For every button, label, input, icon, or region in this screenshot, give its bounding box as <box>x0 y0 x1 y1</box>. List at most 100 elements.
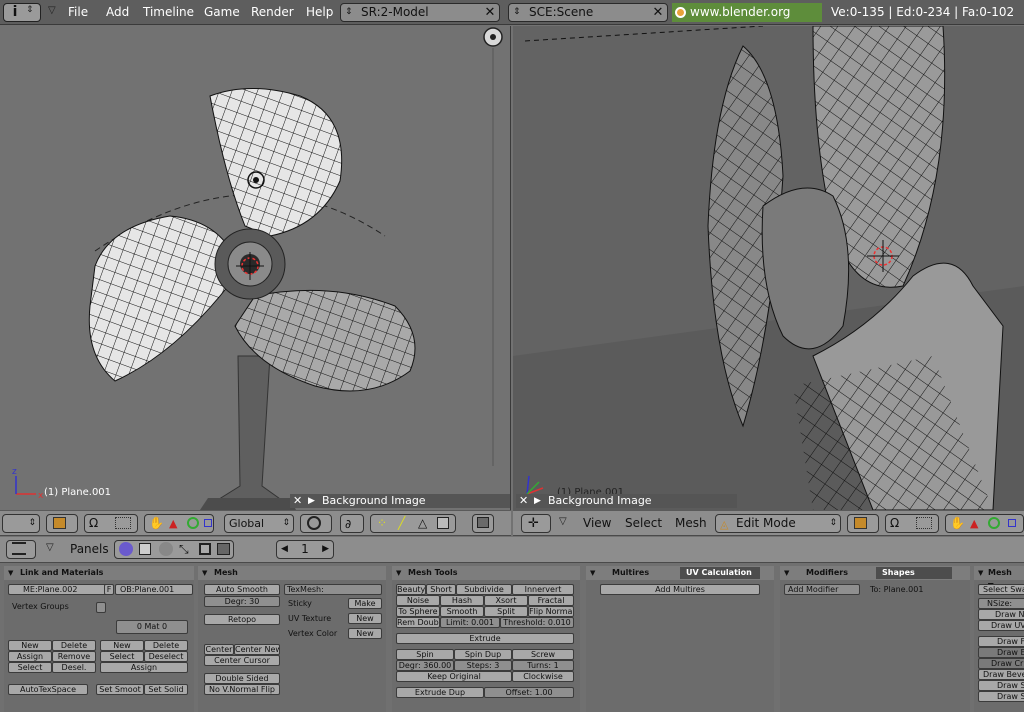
vgroup-remove-button[interactable]: Remove <box>52 651 96 662</box>
tab-modifiers[interactable]: Modifiers <box>798 567 874 579</box>
background-image-bar[interactable]: ✕ ▶ Background Image <box>290 494 510 508</box>
mode-dropdown[interactable]: ⇕ <box>2 514 40 533</box>
menu-mesh[interactable]: Mesh <box>675 516 707 530</box>
vertex-color-new-button[interactable]: New <box>348 628 382 639</box>
editor-type-button[interactable] <box>6 540 36 559</box>
right-3d-viewport[interactable]: (1) Plane.001 ✕ ▶ Background Image <box>513 26 1024 510</box>
menu-select[interactable]: Select <box>625 516 662 530</box>
spin-button[interactable]: Spin <box>396 649 454 660</box>
render-preview-button[interactable] <box>472 514 494 533</box>
material-deselect-button[interactable]: Deselect <box>144 651 188 662</box>
close-icon[interactable]: ✕ <box>651 5 665 20</box>
view-options-group[interactable]: Ω <box>885 514 939 533</box>
material-select-button[interactable]: Select <box>100 651 144 662</box>
vgroup-new-button[interactable]: New <box>8 640 52 651</box>
rem-doubles-button[interactable]: Rem Doubl <box>396 617 440 628</box>
steps-field[interactable]: Steps: 3 <box>454 660 512 671</box>
split-button[interactable]: Split <box>484 606 528 617</box>
context-tabs[interactable]: ⤡ <box>114 540 234 559</box>
center-button[interactable]: Center <box>204 644 234 655</box>
panel-title[interactable]: ▼ Link and Materials <box>4 566 194 580</box>
extrude-button[interactable]: Extrude <box>396 633 574 644</box>
draw-seams-toggle[interactable]: Draw S <box>978 680 1024 691</box>
tab-uv-calculation[interactable]: UV Calculation <box>680 567 760 579</box>
hash-button[interactable]: Hash <box>440 595 484 606</box>
draw-normals-toggle[interactable]: Draw No <box>978 609 1024 620</box>
threshold-field[interactable]: Threshold: 0.010 <box>500 617 574 628</box>
website-link[interactable]: www.blender.org 249.2 <box>672 3 822 38</box>
set-solid-button[interactable]: Set Solid <box>144 684 188 695</box>
offset-field[interactable]: Offset: 1.00 <box>484 687 574 698</box>
object-name-field[interactable]: OB:Plane.001 <box>115 584 193 595</box>
fractal-button[interactable]: Fractal <box>528 595 574 606</box>
pivot-dropdown[interactable] <box>300 514 332 533</box>
collapse-arrow-icon[interactable]: ▼ <box>978 566 983 580</box>
double-sided-toggle[interactable]: Double Sided <box>204 673 280 684</box>
center-new-button[interactable]: Center New <box>234 644 280 655</box>
collapse-arrow-icon[interactable]: ▼ <box>396 566 401 580</box>
draw-faces-toggle[interactable]: Draw F <box>978 636 1024 647</box>
collapse-menu-icon[interactable]: ▽ <box>559 516 567 527</box>
draw-type-dropdown[interactable] <box>847 514 879 533</box>
background-image-bar[interactable]: ✕ ▶ Background Image <box>516 494 737 508</box>
collapse-arrow-icon[interactable]: ▼ <box>590 566 595 580</box>
object-icon[interactable]: ⤡ <box>179 541 189 558</box>
noise-button[interactable]: Noise <box>396 595 440 606</box>
manipulator-group[interactable]: ✋ ▲ <box>144 514 214 533</box>
menu-render[interactable]: Render <box>251 5 294 19</box>
smooth-button[interactable]: Smooth <box>440 606 484 617</box>
manipulator-group[interactable]: ✋ ▲ <box>945 514 1024 533</box>
spin-dup-button[interactable]: Spin Dup <box>454 649 512 660</box>
frame-field[interactable]: ◀ 1 ▶ <box>276 540 334 559</box>
material-index-field[interactable]: 0 Mat 0 <box>116 620 188 634</box>
expand-arrow-icon[interactable]: ▶ <box>534 494 541 508</box>
draw-bevel-toggle[interactable]: Draw Beve <box>978 669 1024 680</box>
autotexspace-button[interactable]: AutoTexSpace <box>8 684 88 695</box>
no-vnormal-flip-toggle[interactable]: No V.Normal Flip <box>204 684 280 695</box>
set-smooth-button[interactable]: Set Smoot <box>96 684 144 695</box>
mesh-name-field[interactable]: ME:Plane.002 <box>8 584 112 595</box>
close-icon[interactable]: ✕ <box>293 494 302 508</box>
chevron-left-icon[interactable]: ◀ <box>281 541 288 558</box>
flip-normal-button[interactable]: Flip Normal <box>528 606 574 617</box>
material-delete-button[interactable]: Delete <box>144 640 188 651</box>
vgroup-assign-button[interactable]: Assign <box>8 651 52 662</box>
orientation-dropdown[interactable]: Global ⇕ <box>224 514 294 533</box>
panel-title[interactable]: ▼ Mesh <box>198 566 386 580</box>
mode-dropdown[interactable]: ◬ Edit Mode ⇕ <box>715 514 841 533</box>
proportional-edit-button[interactable]: ∂ <box>340 514 364 533</box>
script-icon[interactable] <box>139 543 151 555</box>
screw-button[interactable]: Screw <box>512 649 574 660</box>
xsort-button[interactable]: Xsort <box>484 595 528 606</box>
innervert-button[interactable]: Innervert <box>512 584 574 595</box>
collapse-arrow-icon[interactable]: ▼ <box>784 566 789 580</box>
select-mode-group[interactable]: ⁘ ╱ △ <box>370 514 456 533</box>
collapse-menu-icon[interactable]: ▽ <box>48 5 56 16</box>
subdivide-button[interactable]: Subdivide <box>456 584 512 595</box>
fake-user-button[interactable]: F <box>104 584 114 595</box>
chevron-right-icon[interactable]: ▶ <box>322 541 329 558</box>
close-icon[interactable]: ✕ <box>483 5 497 20</box>
material-assign-button[interactable]: Assign <box>100 662 188 673</box>
add-modifier-dropdown[interactable]: Add Modifier <box>784 584 860 595</box>
degr-field[interactable]: Degr: 30 <box>204 596 280 607</box>
vertex-group-menu[interactable] <box>96 602 106 613</box>
panel-title[interactable]: ▼Mesh Too <box>974 566 1024 591</box>
clockwise-toggle[interactable]: Clockwise <box>512 671 574 682</box>
editing-icon[interactable] <box>199 543 211 555</box>
vgroup-select-button[interactable]: Select <box>8 662 52 673</box>
menu-help[interactable]: Help <box>306 5 333 19</box>
view-options-group[interactable]: Ω <box>84 514 138 533</box>
tab-multires[interactable]: Multires <box>604 567 676 579</box>
add-multires-button[interactable]: Add Multires <box>600 584 760 595</box>
texmesh-field[interactable]: TexMesh: <box>284 584 382 595</box>
extrude-dup-button[interactable]: Extrude Dup <box>396 687 484 698</box>
collapse-arrow-icon[interactable]: ▼ <box>8 566 13 580</box>
menu-view[interactable]: View <box>583 516 611 530</box>
menu-file[interactable]: File <box>68 5 88 19</box>
draw-type-dropdown[interactable] <box>46 514 78 533</box>
sticky-make-button[interactable]: Make <box>348 598 382 609</box>
limit-field[interactable]: Limit: 0.001 <box>440 617 500 628</box>
screen-selector[interactable]: ⇕ SR:2-Model ✕ <box>340 3 500 22</box>
nsize-field[interactable]: NSize: <box>978 598 1024 609</box>
